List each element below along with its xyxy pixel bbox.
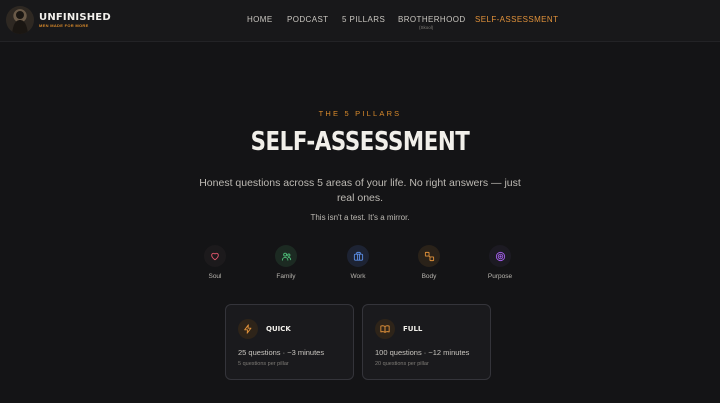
card-meta: 25 questions · ~3 minutes bbox=[238, 348, 325, 357]
book-icon bbox=[375, 319, 395, 339]
nav-self-assessment[interactable]: SELF-ASSESSMENT bbox=[475, 15, 558, 24]
pillar-family: Family bbox=[256, 245, 316, 280]
nav-brotherhood-sublabel: (Skool) bbox=[419, 25, 434, 30]
lightning-icon bbox=[238, 319, 258, 339]
pillar-label: Soul bbox=[208, 273, 222, 280]
card-subtext: 5 questions per pillar bbox=[238, 361, 289, 367]
dumbbell-icon bbox=[418, 245, 440, 267]
pillar-body: Body bbox=[399, 245, 459, 280]
card-meta: 100 questions · ~12 minutes bbox=[375, 348, 470, 357]
pillar-purpose: Purpose bbox=[470, 245, 530, 280]
section-eyebrow: THE 5 PILLARS bbox=[318, 109, 402, 118]
pillar-label: Family bbox=[276, 273, 296, 280]
card-title: FULL bbox=[403, 325, 423, 333]
target-icon bbox=[489, 245, 511, 267]
nav-5-pillars[interactable]: 5 PILLARS bbox=[342, 15, 385, 24]
pillar-soul: Soul bbox=[185, 245, 245, 280]
page-title: SELF-ASSESSMENT bbox=[250, 127, 470, 157]
page-note: This isn't a test. It's a mirror. bbox=[310, 213, 410, 222]
people-icon bbox=[275, 245, 297, 267]
page-subtitle: Honest questions across 5 areas of your … bbox=[199, 177, 521, 204]
full-assessment-card[interactable]: FULL 100 questions · ~12 minutes 20 ques… bbox=[362, 304, 491, 380]
nav-podcast[interactable]: PODCAST bbox=[287, 15, 328, 24]
nav-brotherhood[interactable]: BROTHERHOOD bbox=[398, 15, 466, 24]
main-navigation: HOME PODCAST 5 PILLARS BROTHERHOOD (Skoo… bbox=[0, 15, 720, 35]
pillar-label: Purpose bbox=[487, 273, 513, 280]
pillar-label: Body bbox=[421, 273, 437, 280]
top-nav-bar: UNFINISHED MEN MADE FOR MORE HOME PODCAS… bbox=[0, 0, 720, 42]
quick-assessment-card[interactable]: QUICK 25 questions · ~3 minutes 5 questi… bbox=[225, 304, 354, 380]
briefcase-icon bbox=[347, 245, 369, 267]
card-subtext: 20 questions per pillar bbox=[375, 361, 429, 367]
heart-icon bbox=[204, 245, 226, 267]
pillar-work: Work bbox=[328, 245, 388, 280]
nav-home[interactable]: HOME bbox=[247, 15, 273, 24]
pillar-label: Work bbox=[350, 273, 366, 280]
card-title: QUICK bbox=[266, 325, 291, 333]
